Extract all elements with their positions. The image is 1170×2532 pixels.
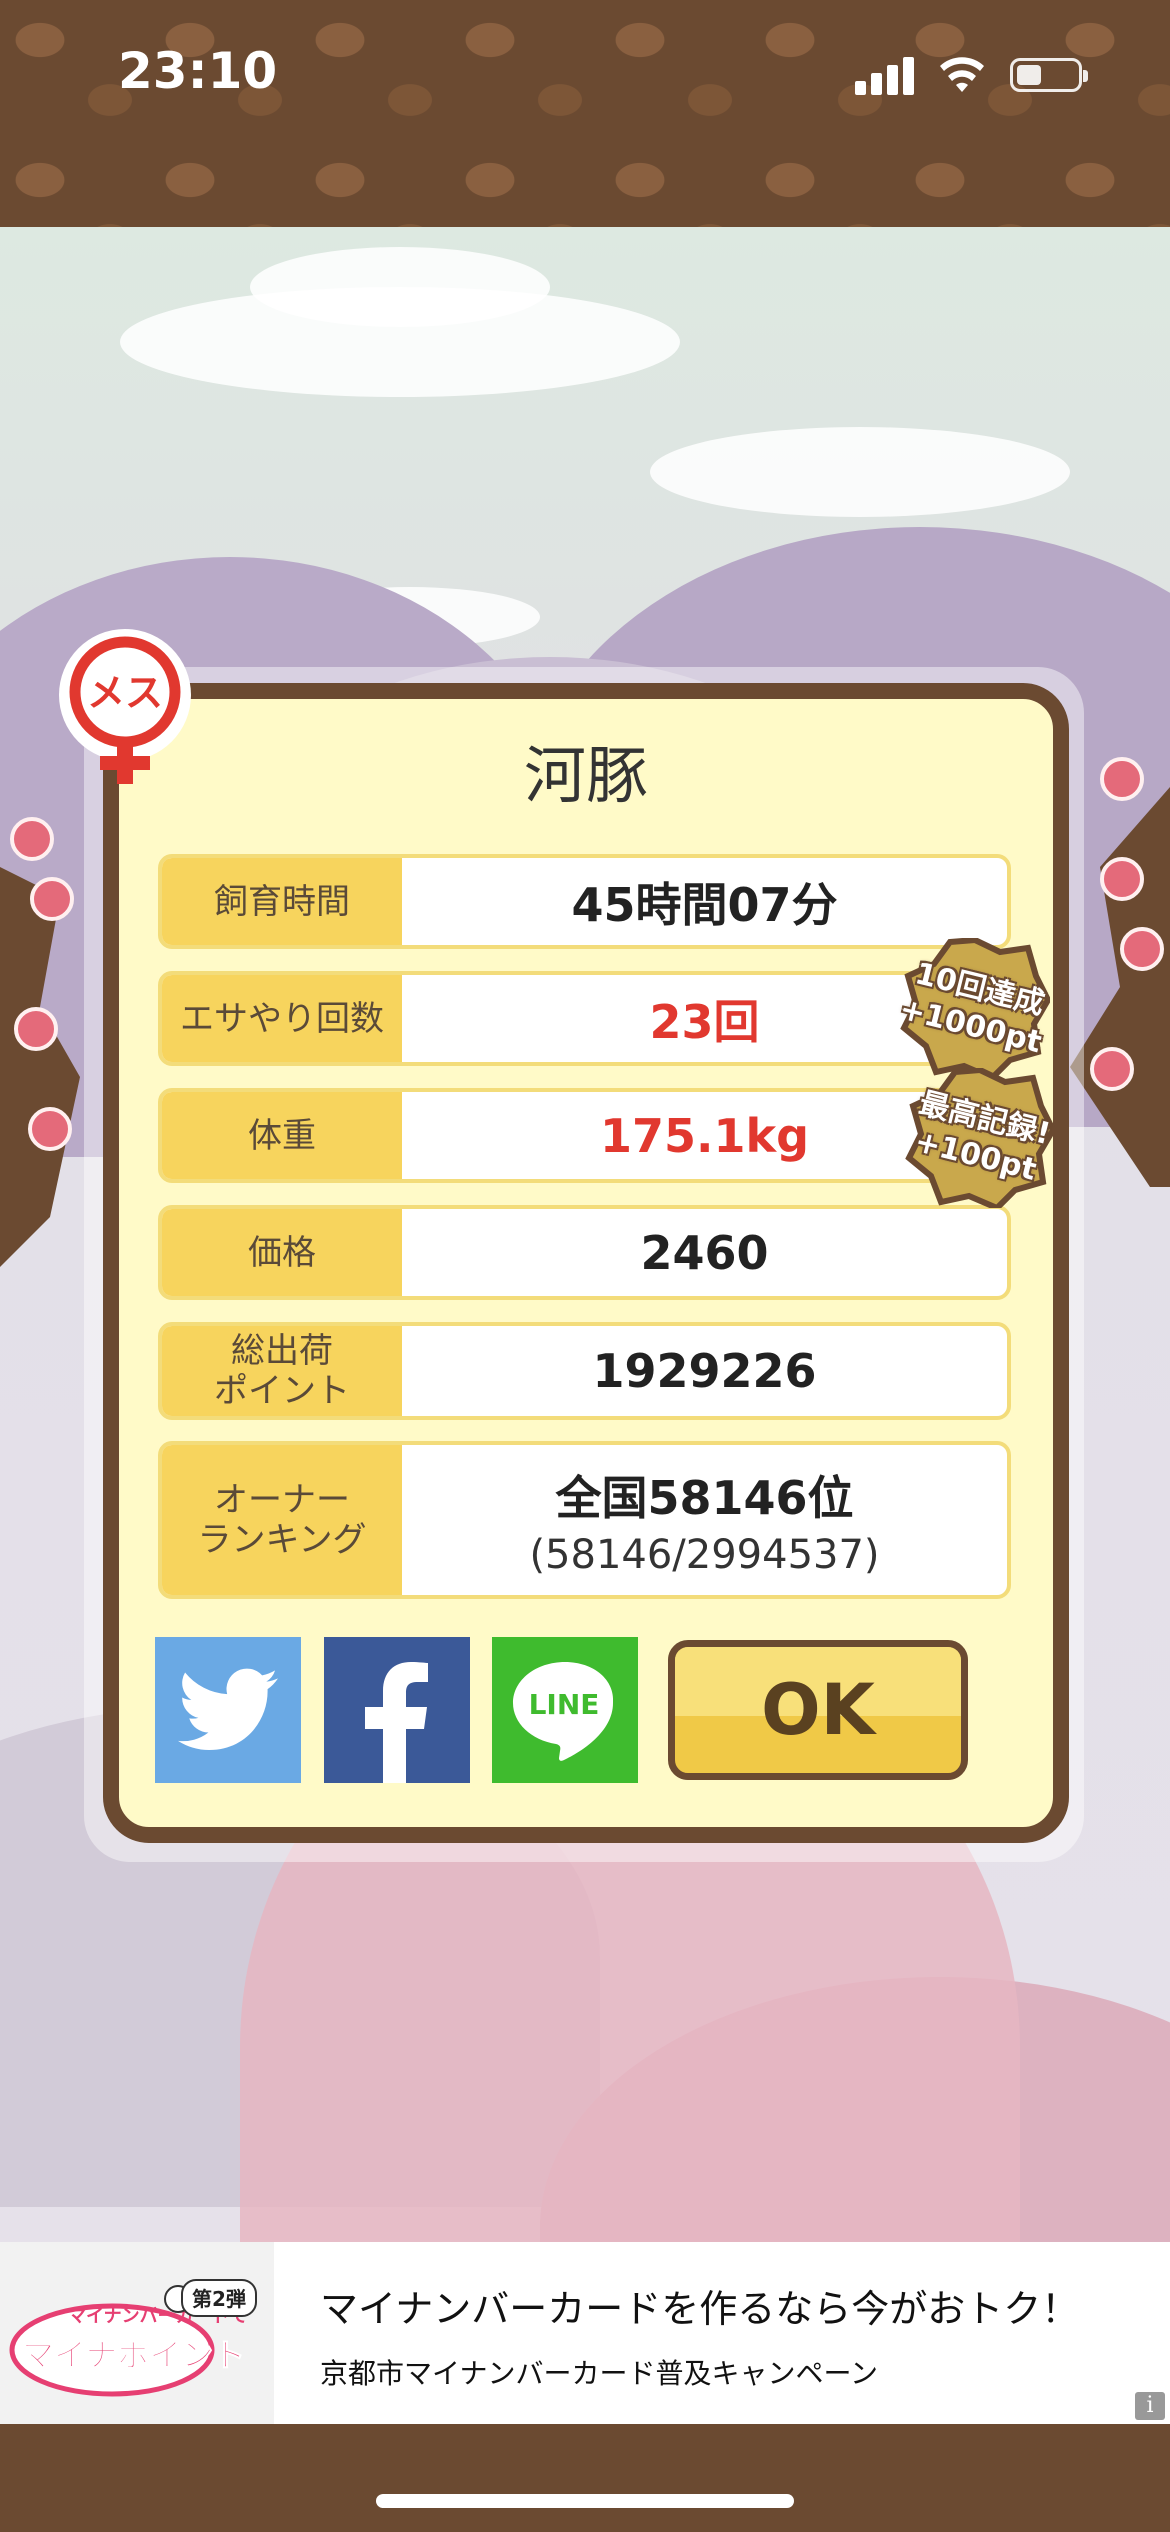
gender-label: メス [87, 671, 163, 715]
wifi-icon [940, 57, 984, 92]
achievement-medal-record: 最高記録! +100pt [905, 1066, 1057, 1212]
stat-value: 1929226 [592, 1344, 817, 1398]
stat-label: 飼育時間 [162, 858, 402, 945]
cellular-signal-icon [855, 55, 915, 95]
stat-label: 価格 [162, 1209, 402, 1296]
line-share-button[interactable]: LINE [492, 1637, 638, 1783]
ad-headline[interactable]: マイナンバーカードを作るなら今がおトク！ [320, 2278, 1079, 2333]
ad-logo[interactable]: マイナンバーカードで 第2弾 マイナポイント [0, 2242, 274, 2424]
ad-banner[interactable]: マイナンバーカードで 第2弾 マイナポイント マイナンバーカードを作るなら今がお… [0, 2242, 1170, 2424]
stat-row-raising-time: 飼育時間 45時間07分 [158, 854, 1011, 949]
stat-value: 2460 [640, 1225, 769, 1280]
status-time: 23:10 [118, 42, 278, 100]
battery-icon [1010, 58, 1088, 92]
ad-logo-main: マイナポイント [22, 2336, 245, 2374]
stat-label: 体重 [162, 1092, 402, 1179]
stat-label: オーナー ランキング [162, 1445, 402, 1595]
ranking-value: 全国58146位 (58146/2994537) [402, 1445, 1007, 1595]
ranking-rank: 全国58146位 [555, 1471, 854, 1525]
ranking-detail: (58146/2994537) [529, 1532, 880, 1578]
ad-subline[interactable]: 京都市マイナンバーカード普及キャンペーン [320, 2352, 878, 2392]
bottom-pattern [0, 2424, 1170, 2532]
stat-row-weight: 体重 175.1kg [158, 1088, 1011, 1183]
fish-name-title: 河豚 [523, 739, 648, 812]
line-label: LINE [529, 1688, 600, 1721]
stat-row-feeding-count: エサやり回数 23回 [158, 971, 1011, 1066]
stat-label: 総出荷 ポイント [162, 1326, 402, 1416]
ok-button-label: OK [761, 1669, 875, 1751]
stat-label: エサやり回数 [162, 975, 402, 1062]
line-chat-icon: LINE [513, 1662, 614, 1761]
home-indicator[interactable] [376, 2494, 794, 2508]
ok-button[interactable]: OK [668, 1640, 968, 1780]
stat-row-price: 価格 2460 [158, 1205, 1011, 1300]
status-bar: 23:10 [0, 0, 1170, 227]
ad-logo-badge: 第2弾 [192, 2287, 246, 2311]
ad-info-icon[interactable]: i [1135, 2392, 1165, 2420]
facebook-f-icon [365, 1662, 428, 1783]
twitter-share-button[interactable] [155, 1637, 301, 1783]
stat-row-total-points: 総出荷 ポイント 1929226 [158, 1322, 1011, 1420]
facebook-share-button[interactable] [324, 1637, 470, 1783]
stat-row-owner-ranking: オーナー ランキング 全国58146位 (58146/2994537) [158, 1441, 1011, 1599]
twitter-bird-icon [178, 1668, 278, 1750]
